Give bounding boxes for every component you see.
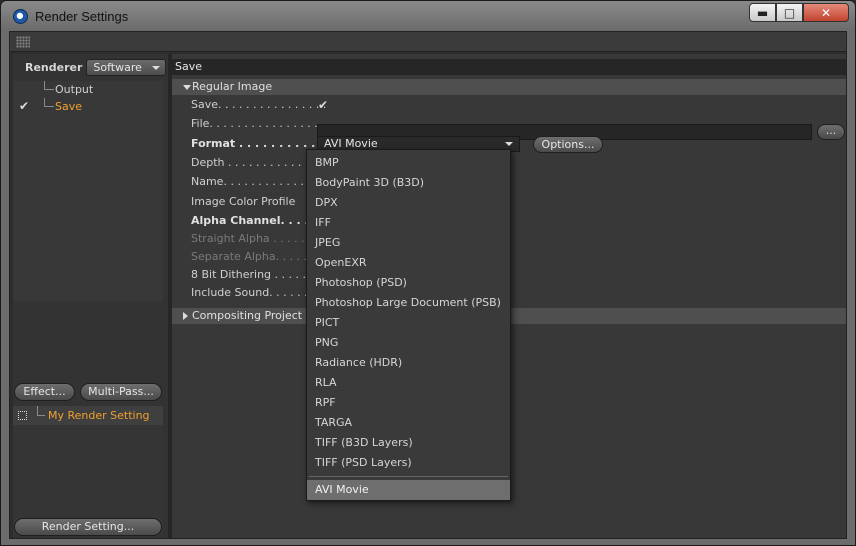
chevron-down-icon <box>505 142 513 146</box>
renderer-dropdown[interactable]: Software <box>86 58 167 76</box>
format-option[interactable]: RLA <box>307 373 510 393</box>
minimize-button[interactable]: ▬ <box>749 3 776 22</box>
prop-name: Name. . . . . . . . . . . . . . . <box>191 175 325 188</box>
format-option[interactable]: Photoshop Large Document (PSB) <box>307 293 510 313</box>
format-option[interactable]: TIFF (PSD Layers) <box>307 453 510 473</box>
prop-label: Save. . . . . . . . . . . . . . . . <box>191 98 327 111</box>
tree-connector <box>44 81 54 90</box>
format-option[interactable]: PICT <box>307 313 510 333</box>
tree-connector <box>44 98 54 107</box>
format-option[interactable]: IFF <box>307 213 510 233</box>
format-dropdown-list: BMP BodyPaint 3D (B3D) DPX IFF JPEG Open… <box>306 149 511 501</box>
tree-item-label: Output <box>55 83 94 96</box>
chevron-down-icon <box>152 65 161 70</box>
prop-straight-alpha: Straight Alpha . . . . . . <box>191 232 312 245</box>
maximize-button[interactable]: □ <box>776 3 803 22</box>
prop-include-sound: Include Sound. . . . . . . <box>191 286 315 299</box>
expand-triangle-icon <box>183 312 188 320</box>
tree-item-label: Save <box>55 100 83 113</box>
format-option[interactable]: PNG <box>307 333 510 353</box>
group-label: Regular Image <box>192 80 273 93</box>
list-item[interactable]: My Render Setting <box>13 406 163 425</box>
close-icon: ✕ <box>820 5 832 20</box>
maximize-icon: □ <box>783 5 796 20</box>
expand-triangle-icon <box>183 85 191 90</box>
group-label: Compositing Project F <box>192 309 312 322</box>
format-option[interactable]: BMP <box>307 153 510 173</box>
toolbar-grip-bar <box>10 32 846 52</box>
tree-item-output[interactable]: Output <box>13 81 163 98</box>
prop-save: Save. . . . . . . . . . . . . . . . ✔ <box>191 97 328 113</box>
renderer-value: Software <box>93 60 142 74</box>
prop-8bit-dithering: 8 Bit Dithering . . . . . . <box>191 268 313 281</box>
format-option[interactable]: Photoshop (PSD) <box>307 273 510 293</box>
menu-separator <box>309 476 508 477</box>
format-option[interactable]: BodyPaint 3D (B3D) <box>307 173 510 193</box>
format-option[interactable]: RPF <box>307 393 510 413</box>
cinema4d-icon <box>13 9 28 24</box>
prop-image-color-profile: Image Color Profile <box>191 195 296 208</box>
left-panel: Renderer Software Output ✔ Save Effect..… <box>13 54 168 538</box>
format-option[interactable]: DPX <box>307 193 510 213</box>
prop-file: File. . . . . . . . . . . . . . . . . <box>191 117 325 130</box>
tree-item-save[interactable]: ✔ Save <box>13 98 163 115</box>
prop-separate-alpha: Separate Alpha. . . . . . <box>191 250 315 263</box>
grip-handle-icon[interactable] <box>16 36 30 48</box>
render-setting-label: My Render Setting <box>48 409 150 422</box>
renderer-row: Renderer Software <box>25 58 167 76</box>
save-checkbox[interactable]: ✔ <box>318 97 328 113</box>
section-title: Save <box>172 59 846 75</box>
close-button[interactable]: ✕ <box>803 3 849 22</box>
multi-pass-button[interactable]: Multi-Pass... <box>80 383 162 401</box>
settings-tree: Output ✔ Save <box>13 81 163 301</box>
effect-button[interactable]: Effect... <box>14 383 75 401</box>
tree-connector <box>37 406 45 416</box>
format-option[interactable]: OpenEXR <box>307 253 510 273</box>
render-setting-list: My Render Setting <box>13 406 163 536</box>
checkmark-icon[interactable]: ✔ <box>19 98 29 115</box>
window-controls: ▬ □ ✕ <box>749 3 849 22</box>
render-setting-button[interactable]: Render Setting... <box>14 518 162 536</box>
format-option[interactable]: JPEG <box>307 233 510 253</box>
minimize-icon: ▬ <box>756 5 769 20</box>
browse-file-button[interactable]: ... <box>817 124 845 140</box>
group-regular-image[interactable]: Regular Image <box>172 79 846 95</box>
render-setting-icon <box>18 411 27 420</box>
window-title: Render Settings <box>35 9 129 24</box>
format-option-selected[interactable]: AVI Movie <box>307 480 510 500</box>
renderer-label: Renderer <box>25 60 83 74</box>
prop-alpha-channel: Alpha Channel. . . . . <box>191 214 317 227</box>
format-option[interactable]: TARGA <box>307 413 510 433</box>
title-bar[interactable]: Render Settings ▬ □ ✕ <box>1 1 855 31</box>
format-option[interactable]: TIFF (B3D Layers) <box>307 433 510 453</box>
format-option[interactable]: Radiance (HDR) <box>307 353 510 373</box>
options-button[interactable]: Options... <box>533 136 603 153</box>
